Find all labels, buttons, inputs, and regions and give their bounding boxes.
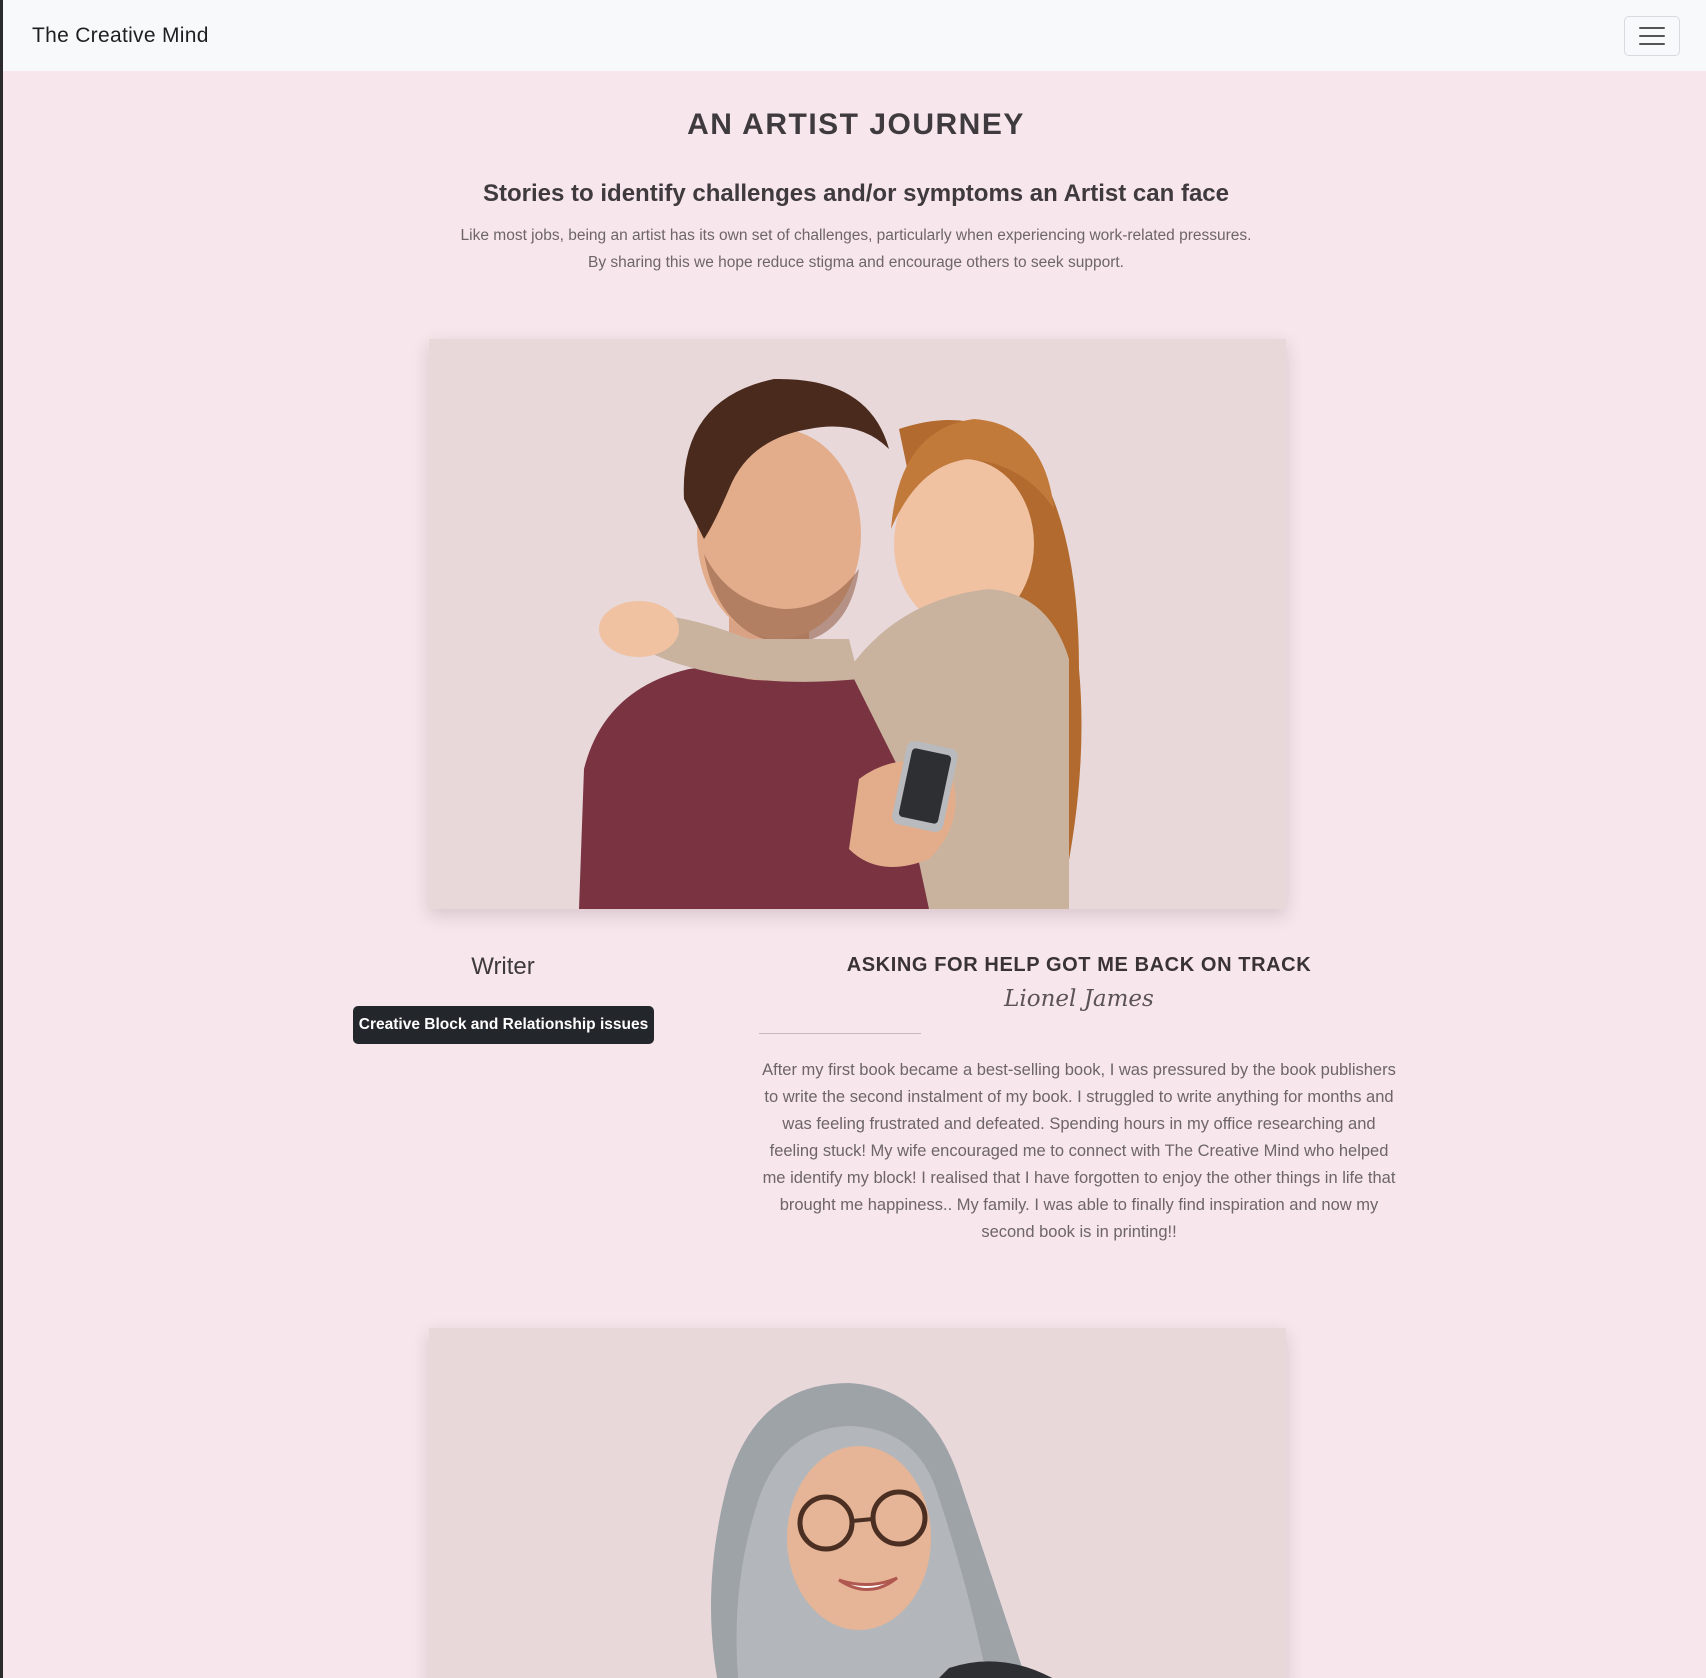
story-photo: [429, 1328, 1286, 1678]
subtitle-emphasis: symptoms: [903, 180, 1024, 207]
subtitle-text: and/or: [816, 180, 904, 207]
story-title: ASKING FOR HELP GOT ME BACK ON TRACK: [846, 954, 1312, 976]
page: The Creative Mind AN ARTIST JOURNEY Stor…: [0, 0, 1706, 1678]
subtitle-text: an Artist can face: [1023, 180, 1229, 207]
description-line: By sharing this we hope reduce stigma an…: [588, 254, 1124, 271]
story-body: After my first book became a best-sellin…: [762, 1061, 1396, 1241]
story-photo: [429, 339, 1286, 909]
subtitle-text: Stories to: [483, 180, 601, 207]
woman-hijab-photo: [429, 1328, 1286, 1678]
navbar: The Creative Mind: [3, 0, 1706, 71]
subtitle-emphasis: identify challenges: [600, 180, 817, 207]
page-subtitle: Stories to identify challenges and/or sy…: [3, 180, 1706, 208]
divider: [759, 1033, 921, 1034]
page-title: AN ARTIST JOURNEY: [687, 108, 1025, 141]
description-line: Like most jobs, being an artist has its …: [460, 227, 1252, 244]
story-role: Writer: [471, 953, 535, 980]
father-daughter-photo: [429, 339, 1286, 909]
hamburger-menu-icon: [1639, 26, 1665, 45]
navbar-toggle-button[interactable]: [1624, 15, 1680, 56]
story-author: Lionel James: [1004, 986, 1154, 1012]
story-tag-badge: Creative Block and Relationship issues: [353, 1006, 654, 1044]
page-description: Like most jobs, being an artist has its …: [3, 222, 1706, 276]
brand-link[interactable]: The Creative Mind: [32, 24, 209, 48]
